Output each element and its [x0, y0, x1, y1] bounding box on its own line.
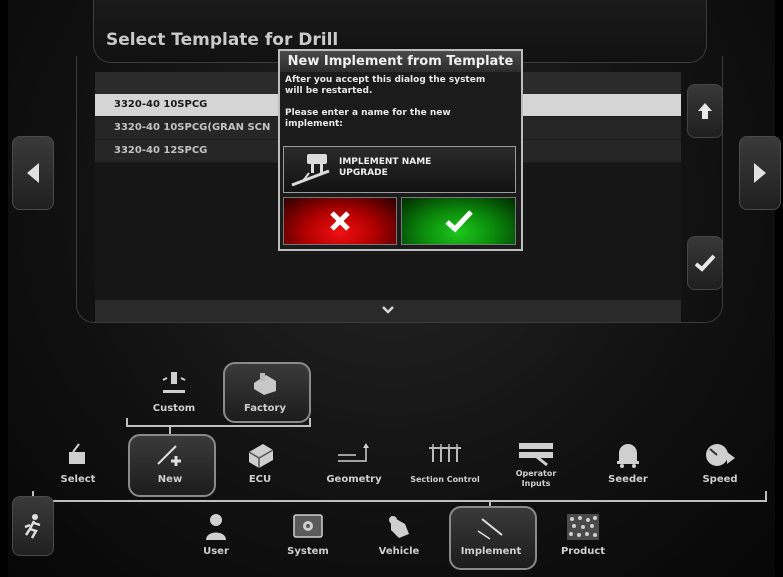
connector-line — [32, 500, 767, 502]
ecu-icon — [244, 440, 278, 470]
system-label[interactable]: System — [280, 546, 336, 557]
ecu-label[interactable]: ECU — [232, 474, 288, 485]
chevron-down-icon — [382, 306, 394, 314]
dialog-prompt-line: Please enter a name for the new — [285, 108, 451, 118]
page-title: Select Template for Drill — [106, 30, 339, 50]
next-page-button[interactable] — [739, 136, 781, 210]
implement-icon — [291, 154, 330, 187]
check-icon — [444, 210, 473, 233]
custom-label[interactable]: Custom — [146, 403, 202, 414]
scroll-down-button[interactable] — [95, 300, 681, 322]
connector-line — [765, 491, 767, 502]
section-control-label[interactable]: Section Control — [400, 475, 490, 484]
running-man-icon — [24, 514, 41, 539]
dialog-title: New Implement from Template — [280, 51, 521, 72]
scroll-up-button[interactable] — [687, 84, 723, 138]
new-label: New — [157, 474, 183, 485]
geometry-icon — [336, 440, 372, 470]
connector-line — [126, 425, 311, 427]
dialog-message-line: will be restarted. — [285, 86, 373, 96]
implement-name-field[interactable]: IMPLEMENT NAME UPGRADE — [283, 146, 516, 193]
custom-icon — [158, 370, 190, 398]
exit-button[interactable] — [12, 496, 54, 556]
select-label[interactable]: Select — [52, 474, 104, 485]
new-icon — [153, 441, 187, 469]
speed-label[interactable]: Speed — [692, 474, 748, 485]
user-label[interactable]: User — [190, 546, 242, 557]
system-icon — [291, 513, 325, 541]
cancel-button[interactable] — [283, 197, 397, 245]
dialog-message: After you accept this dialog the system … — [280, 72, 521, 130]
select-icon — [62, 441, 92, 469]
seeder-icon — [612, 439, 644, 469]
factory-label: Factory — [243, 403, 287, 414]
confirm-button[interactable] — [687, 236, 723, 290]
geometry-label[interactable]: Geometry — [320, 474, 388, 485]
factory-icon — [250, 368, 280, 398]
connector-line — [126, 418, 128, 427]
operator-inputs-label[interactable]: Operator Inputs — [506, 469, 566, 489]
close-icon — [330, 211, 350, 231]
arrow-right-icon — [754, 163, 766, 183]
connector-line — [309, 418, 311, 427]
accept-button[interactable] — [401, 197, 516, 245]
new-implement-dialog: New Implement from Template After you ac… — [278, 49, 523, 251]
implement-icon — [475, 513, 507, 541]
implement-name-line: UPGRADE — [339, 168, 388, 178]
check-icon — [694, 254, 716, 272]
implement-name-line: IMPLEMENT NAME — [339, 157, 432, 167]
user-icon — [202, 512, 230, 542]
product-label[interactable]: Product — [552, 546, 614, 557]
implement-name-value: IMPLEMENT NAME UPGRADE — [339, 157, 431, 179]
dialog-message-line: After you accept this dialog the system — [285, 75, 486, 85]
vehicle-icon — [382, 512, 416, 542]
arrow-left-icon — [27, 163, 39, 183]
speed-icon — [703, 440, 737, 470]
operator-inputs-icon — [517, 439, 555, 467]
product-icon — [564, 511, 602, 543]
section-control-icon — [427, 441, 463, 467]
vehicle-label[interactable]: Vehicle — [370, 546, 428, 557]
implement-label: Implement — [460, 546, 522, 557]
previous-page-button[interactable] — [12, 136, 54, 210]
arrow-up-icon — [698, 103, 712, 119]
dialog-prompt-line: implement: — [285, 119, 343, 129]
seeder-label[interactable]: Seeder — [600, 474, 656, 485]
